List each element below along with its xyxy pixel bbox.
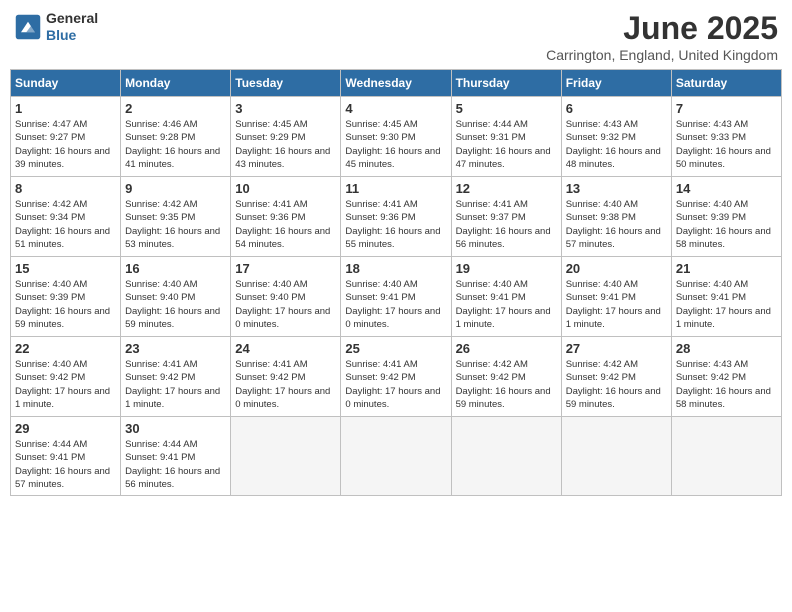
- day-4: 4 Sunrise: 4:45 AMSunset: 9:30 PMDayligh…: [341, 97, 451, 177]
- day-23: 23 Sunrise: 4:41 AMSunset: 9:42 PMDaylig…: [121, 337, 231, 417]
- day-8: 8 Sunrise: 4:42 AMSunset: 9:34 PMDayligh…: [11, 177, 121, 257]
- day-16: 16 Sunrise: 4:40 AMSunset: 9:40 PMDaylig…: [121, 257, 231, 337]
- day-17: 17 Sunrise: 4:40 AMSunset: 9:40 PMDaylig…: [231, 257, 341, 337]
- header-sunday: Sunday: [11, 70, 121, 97]
- logo: General Blue: [14, 10, 98, 44]
- day-26: 26 Sunrise: 4:42 AMSunset: 9:42 PMDaylig…: [451, 337, 561, 417]
- day-29: 29 Sunrise: 4:44 AMSunset: 9:41 PMDaylig…: [11, 417, 121, 496]
- calendar-week-3: 15 Sunrise: 4:40 AMSunset: 9:39 PMDaylig…: [11, 257, 782, 337]
- empty-cell-1: [231, 417, 341, 496]
- day-24: 24 Sunrise: 4:41 AMSunset: 9:42 PMDaylig…: [231, 337, 341, 417]
- empty-cell-5: [671, 417, 781, 496]
- logo-blue-text: Blue: [46, 27, 76, 43]
- header-monday: Monday: [121, 70, 231, 97]
- month-title: June 2025: [546, 10, 778, 47]
- logo-general-text: General: [46, 10, 98, 26]
- calendar-table: Sunday Monday Tuesday Wednesday Thursday…: [10, 69, 782, 496]
- header-tuesday: Tuesday: [231, 70, 341, 97]
- calendar-week-5: 29 Sunrise: 4:44 AMSunset: 9:41 PMDaylig…: [11, 417, 782, 496]
- day-10: 10 Sunrise: 4:41 AMSunset: 9:36 PMDaylig…: [231, 177, 341, 257]
- day-1: 1 Sunrise: 4:47 AMSunset: 9:27 PMDayligh…: [11, 97, 121, 177]
- header-friday: Friday: [561, 70, 671, 97]
- day-18: 18 Sunrise: 4:40 AMSunset: 9:41 PMDaylig…: [341, 257, 451, 337]
- day-15: 15 Sunrise: 4:40 AMSunset: 9:39 PMDaylig…: [11, 257, 121, 337]
- title-block: June 2025 Carrington, England, United Ki…: [546, 10, 778, 63]
- day-3: 3 Sunrise: 4:45 AMSunset: 9:29 PMDayligh…: [231, 97, 341, 177]
- day-20: 20 Sunrise: 4:40 AMSunset: 9:41 PMDaylig…: [561, 257, 671, 337]
- calendar-week-2: 8 Sunrise: 4:42 AMSunset: 9:34 PMDayligh…: [11, 177, 782, 257]
- day-22: 22 Sunrise: 4:40 AMSunset: 9:42 PMDaylig…: [11, 337, 121, 417]
- header-saturday: Saturday: [671, 70, 781, 97]
- day-19: 19 Sunrise: 4:40 AMSunset: 9:41 PMDaylig…: [451, 257, 561, 337]
- location-text: Carrington, England, United Kingdom: [546, 47, 778, 63]
- day-12: 12 Sunrise: 4:41 AMSunset: 9:37 PMDaylig…: [451, 177, 561, 257]
- day-11: 11 Sunrise: 4:41 AMSunset: 9:36 PMDaylig…: [341, 177, 451, 257]
- day-9: 9 Sunrise: 4:42 AMSunset: 9:35 PMDayligh…: [121, 177, 231, 257]
- day-6: 6 Sunrise: 4:43 AMSunset: 9:32 PMDayligh…: [561, 97, 671, 177]
- day-5: 5 Sunrise: 4:44 AMSunset: 9:31 PMDayligh…: [451, 97, 561, 177]
- calendar-week-1: 1 Sunrise: 4:47 AMSunset: 9:27 PMDayligh…: [11, 97, 782, 177]
- day-21: 21 Sunrise: 4:40 AMSunset: 9:41 PMDaylig…: [671, 257, 781, 337]
- day-14: 14 Sunrise: 4:40 AMSunset: 9:39 PMDaylig…: [671, 177, 781, 257]
- empty-cell-4: [561, 417, 671, 496]
- day-2: 2 Sunrise: 4:46 AMSunset: 9:28 PMDayligh…: [121, 97, 231, 177]
- day-13: 13 Sunrise: 4:40 AMSunset: 9:38 PMDaylig…: [561, 177, 671, 257]
- page-header: General Blue June 2025 Carrington, Engla…: [10, 10, 782, 63]
- day-28: 28 Sunrise: 4:43 AMSunset: 9:42 PMDaylig…: [671, 337, 781, 417]
- header-thursday: Thursday: [451, 70, 561, 97]
- calendar-header-row: Sunday Monday Tuesday Wednesday Thursday…: [11, 70, 782, 97]
- empty-cell-2: [341, 417, 451, 496]
- calendar-week-4: 22 Sunrise: 4:40 AMSunset: 9:42 PMDaylig…: [11, 337, 782, 417]
- header-wednesday: Wednesday: [341, 70, 451, 97]
- logo-icon: [14, 13, 42, 41]
- day-30: 30 Sunrise: 4:44 AMSunset: 9:41 PMDaylig…: [121, 417, 231, 496]
- day-25: 25 Sunrise: 4:41 AMSunset: 9:42 PMDaylig…: [341, 337, 451, 417]
- empty-cell-3: [451, 417, 561, 496]
- day-7: 7 Sunrise: 4:43 AMSunset: 9:33 PMDayligh…: [671, 97, 781, 177]
- day-27: 27 Sunrise: 4:42 AMSunset: 9:42 PMDaylig…: [561, 337, 671, 417]
